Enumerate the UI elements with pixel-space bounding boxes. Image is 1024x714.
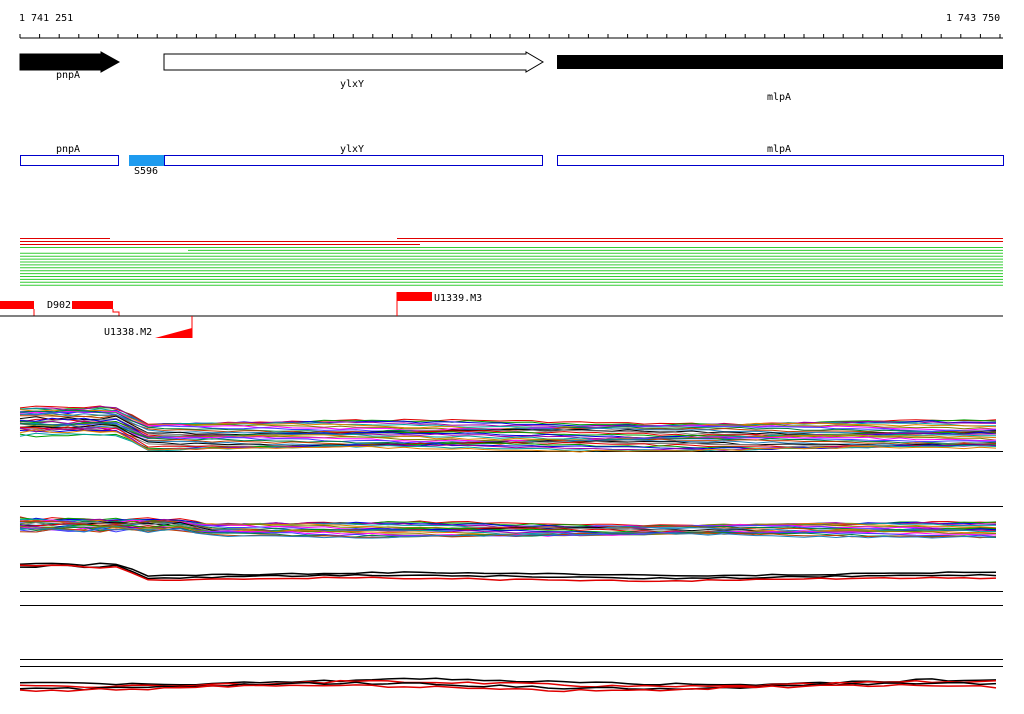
profile-line xyxy=(19,407,997,427)
read-lines-track xyxy=(20,238,1003,286)
flag-u1338[interactable] xyxy=(155,328,192,338)
profile-track-4 xyxy=(19,659,1003,693)
genome-browser-view: 1 741 251 1 743 750 pnpA ylxY mlpA pnpA … xyxy=(0,0,1024,714)
profile-track-2 xyxy=(19,506,1003,539)
gene-arrow-ylxY[interactable] xyxy=(163,51,544,73)
feature-box-s596[interactable] xyxy=(129,155,164,166)
gene-track xyxy=(19,51,1003,73)
segment-tick-d902 xyxy=(112,309,120,316)
gene-bar-mlpA[interactable] xyxy=(557,55,1003,69)
ruler-ticks xyxy=(19,34,1001,38)
profile-line xyxy=(19,562,997,577)
annotation-box-mlpA[interactable] xyxy=(557,155,1004,166)
track-canvas xyxy=(0,34,1004,693)
profile-line xyxy=(19,564,997,580)
segment-bar-left[interactable] xyxy=(0,301,34,309)
profile-track-3 xyxy=(19,562,1003,606)
coordinate-ruler xyxy=(19,34,1003,39)
segment-track xyxy=(0,292,1003,338)
annotation-box-pnpA[interactable] xyxy=(20,155,119,166)
annotation-track xyxy=(20,155,1004,166)
annotation-box-ylxY[interactable] xyxy=(164,155,543,166)
segment-bar-d902[interactable] xyxy=(72,301,113,309)
profile-track-1 xyxy=(19,405,1003,453)
gene-arrow-pnpA[interactable] xyxy=(19,51,121,73)
